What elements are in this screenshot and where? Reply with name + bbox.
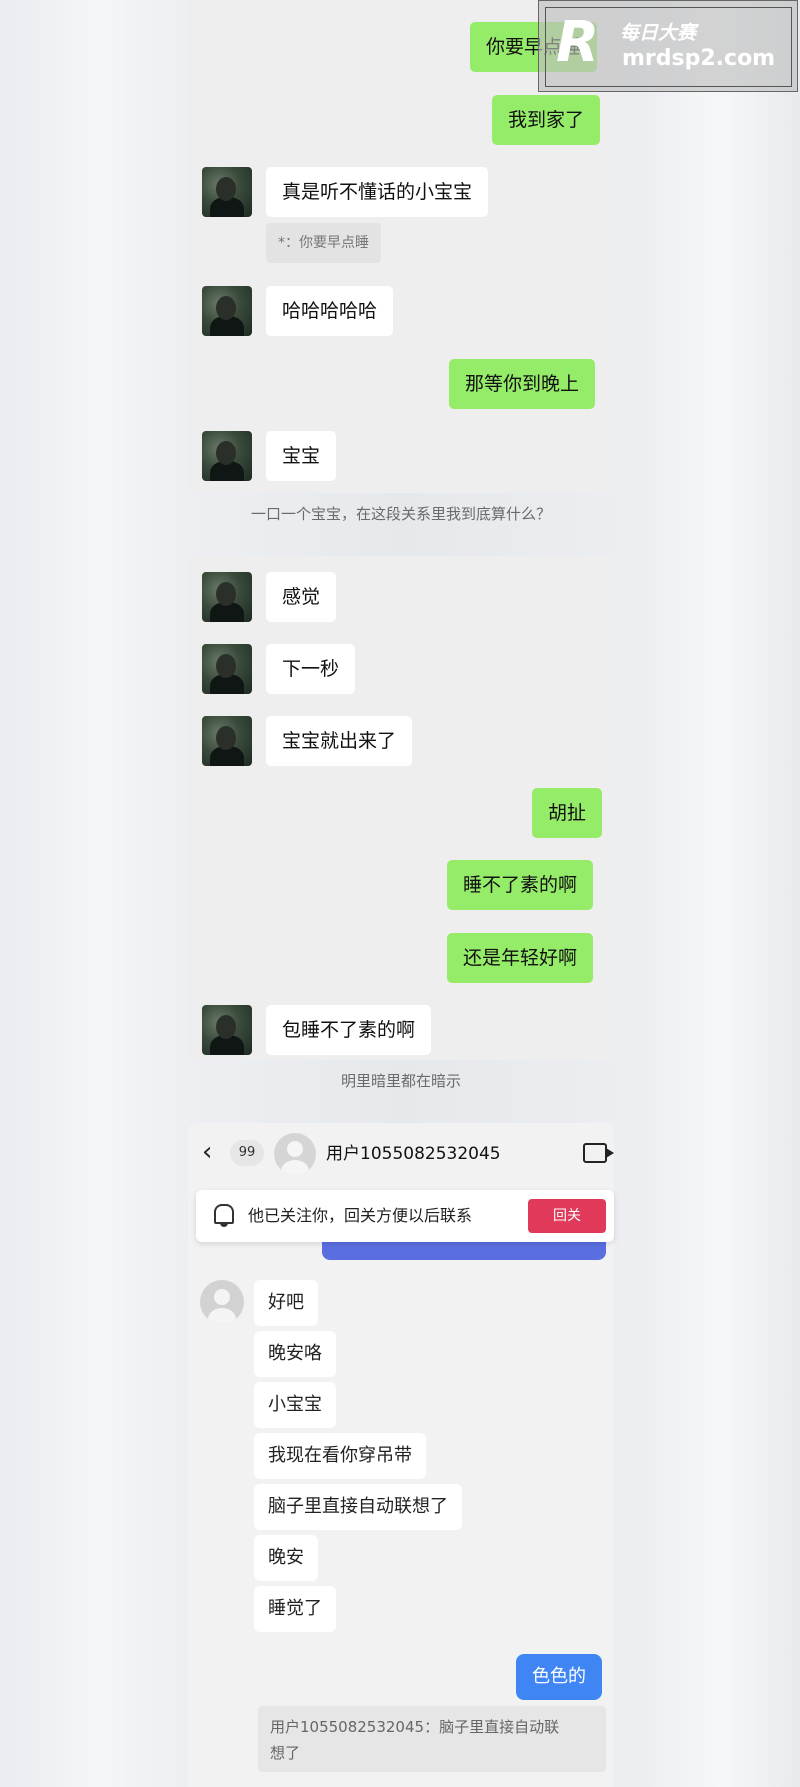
watermark-url: mrdsp2.com (622, 46, 776, 71)
watermark-logo-icon: R (556, 10, 600, 75)
message-bubble-in[interactable]: 宝宝就出来了 (266, 716, 413, 766)
message-bubble-in[interactable]: 脑子里直接自动联想了 (254, 1484, 462, 1530)
message-bubble-in[interactable]: 宝宝 (266, 431, 337, 481)
contact-avatar[interactable] (202, 716, 252, 766)
contact-avatar[interactable] (202, 431, 252, 481)
contact-avatar[interactable] (202, 644, 252, 694)
contact-avatar[interactable] (202, 1005, 252, 1055)
message-bubble-in[interactable]: 包睡不了素的啊 (266, 1005, 432, 1055)
video-camera-icon[interactable] (583, 1143, 614, 1163)
unread-count-badge: 99 (230, 1140, 264, 1166)
message-bubble-out[interactable]: 胡扯 (532, 788, 603, 838)
sender-avatar[interactable] (200, 1280, 244, 1324)
quoted-message: *：你要早点睡 (266, 223, 381, 263)
message-bubble-in[interactable]: 小宝宝 (254, 1382, 336, 1428)
contact-avatar[interactable] (202, 572, 252, 622)
message-bubble-out[interactable]: 色色的 (516, 1654, 602, 1700)
quoted-reply: 用户1055082532045：脑子里直接自动联 想了 (258, 1706, 606, 1772)
watermark-site-name: 每日大赛 (620, 22, 697, 44)
quoted-reply-line: 用户1055082532045：脑子里直接自动联 (270, 1718, 560, 1736)
chat-username: 用户1055082532045 (326, 1144, 501, 1164)
message-bubble-out[interactable]: 还是年轻好啊 (447, 933, 594, 983)
message-bubble-in[interactable]: 好吧 (254, 1280, 318, 1326)
quoted-reply-line: 想了 (270, 1744, 301, 1762)
follow-back-button[interactable]: 回关 (528, 1199, 606, 1233)
user-avatar[interactable] (274, 1133, 316, 1175)
message-bubble-in[interactable]: 晚安咯 (254, 1331, 336, 1377)
message-bubble-in[interactable]: 晚安 (254, 1535, 318, 1581)
message-bubble-in[interactable]: 睡觉了 (254, 1586, 336, 1632)
message-bubble-in[interactable]: 我现在看你穿吊带 (254, 1433, 426, 1479)
message-bubble-in[interactable]: 真是听不懂话的小宝宝 (266, 167, 489, 217)
message-bubble-out[interactable]: 那等你到晚上 (449, 359, 596, 409)
message-bubble-in[interactable]: 哈哈哈哈哈 (266, 286, 394, 336)
contact-avatar[interactable] (202, 286, 252, 336)
message-bubble-in[interactable]: 下一秒 (266, 644, 356, 694)
screenshot-caption: 明里暗里都在暗示 (340, 1072, 461, 1090)
bell-icon (214, 1204, 234, 1227)
screenshot-caption: 一口一个宝宝，在这段关系里我到底算什么？ (250, 505, 551, 523)
message-bubble-out[interactable]: 睡不了素的啊 (447, 860, 594, 910)
message-bubble-out[interactable]: 我到家了 (492, 95, 601, 145)
contact-avatar[interactable] (202, 167, 252, 217)
chevron-left-icon[interactable]: ‹ (202, 1137, 212, 1167)
follow-notice-text: 他已关注你，回关方便以后联系 (248, 1206, 473, 1225)
message-bubble-in[interactable]: 感觉 (266, 572, 337, 622)
